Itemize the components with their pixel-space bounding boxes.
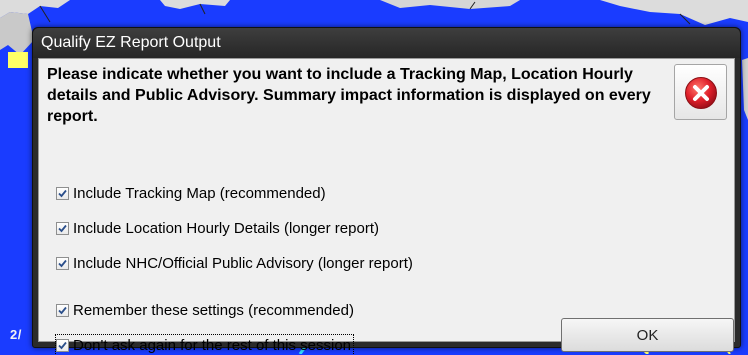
- checkbox-box[interactable]: [56, 256, 69, 270]
- map-caption: 2/: [10, 327, 22, 342]
- dont-ask-again-checkbox[interactable]: Don't ask again for the rest of this ses…: [54, 334, 355, 355]
- dialog-message: Please indicate whether you want to incl…: [47, 66, 651, 125]
- close-button[interactable]: [674, 64, 727, 120]
- checkmark-icon: [58, 341, 67, 349]
- checkbox-label: Remember these settings (recommended): [73, 301, 354, 319]
- include-public-advisory-checkbox[interactable]: Include NHC/Official Public Advisory (lo…: [56, 253, 413, 273]
- close-circle-icon: [685, 77, 717, 109]
- checkbox-box[interactable]: [56, 186, 69, 200]
- checkbox-label: Include Location Hourly Details (longer …: [73, 219, 379, 237]
- checkbox-box[interactable]: [56, 221, 69, 235]
- checkbox-label: Don't ask again for the rest of this ses…: [73, 336, 352, 354]
- remember-settings-checkbox[interactable]: Remember these settings (recommended): [56, 300, 354, 320]
- dialog-client-area: Please indicate whether you want to incl…: [38, 58, 735, 355]
- checkmark-icon: [58, 306, 67, 314]
- checkmark-icon: [58, 259, 67, 267]
- qualify-report-dialog: Qualify EZ Report Output Please indicate…: [32, 27, 741, 355]
- checkmark-icon: [58, 189, 67, 197]
- checkbox-label: Include NHC/Official Public Advisory (lo…: [73, 254, 413, 272]
- checkmark-icon: [58, 224, 67, 232]
- checkbox-label: Include Tracking Map (recommended): [73, 184, 326, 202]
- include-location-hourly-checkbox[interactable]: Include Location Hourly Details (longer …: [56, 218, 379, 238]
- include-tracking-map-checkbox[interactable]: Include Tracking Map (recommended): [56, 183, 326, 203]
- checkbox-box[interactable]: [56, 338, 69, 352]
- checkbox-box[interactable]: [56, 303, 69, 317]
- ok-button[interactable]: OK: [561, 318, 734, 352]
- dialog-title: Qualify EZ Report Output: [41, 34, 221, 51]
- dialog-title-bar[interactable]: Qualify EZ Report Output: [33, 28, 740, 58]
